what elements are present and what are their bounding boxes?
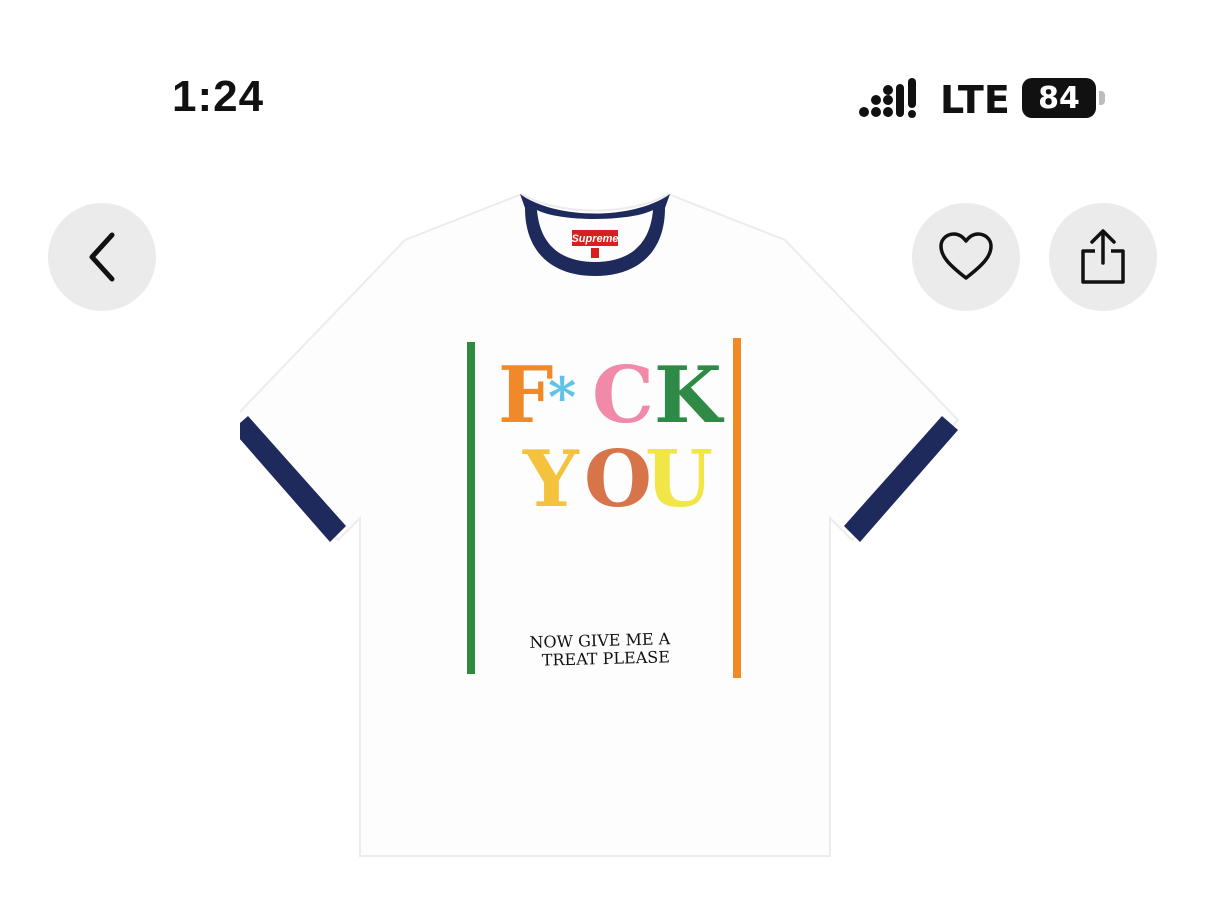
tagline-line-2: TREAT PLEASE (542, 647, 671, 669)
green-bar (467, 342, 475, 674)
back-button[interactable] (48, 203, 156, 311)
letter-c: C (592, 350, 654, 441)
product-image[interactable]: Supreme F * C K Y O U NOW GIVE ME A TREA… (240, 180, 970, 870)
share-button[interactable] (1049, 203, 1157, 311)
brand-label-text: Supreme (571, 233, 618, 245)
battery-cap (1099, 91, 1105, 105)
status-time: 1:24 (172, 72, 265, 121)
asterisk: * (548, 365, 576, 429)
letter-k: K (654, 350, 725, 441)
orange-bar (733, 338, 741, 678)
battery-icon: 84 (1022, 78, 1108, 118)
letter-u: U (645, 434, 713, 525)
letter-f: F (498, 350, 553, 441)
chevron-left-icon (89, 232, 115, 282)
share-icon (1081, 229, 1125, 284)
battery-level: 84 (1022, 78, 1096, 118)
letter-o: O (584, 434, 652, 525)
network-type: LTE (940, 78, 1010, 122)
signal-icon (859, 78, 916, 118)
letter-y: Y (522, 434, 580, 525)
